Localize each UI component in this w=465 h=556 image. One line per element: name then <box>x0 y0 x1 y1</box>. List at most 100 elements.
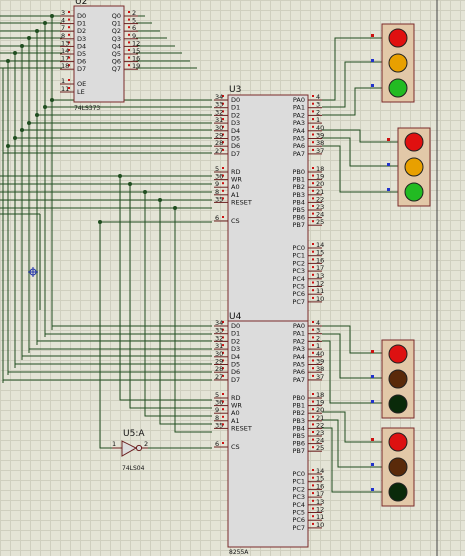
traffic-lamp-1[interactable] <box>388 28 408 48</box>
pin-marker <box>312 423 314 426</box>
pin-marker <box>312 476 314 479</box>
pin-marker <box>312 446 314 449</box>
u3-porta-pin-name: PA7 <box>293 150 305 158</box>
traffic-lamp-2[interactable] <box>388 457 408 477</box>
u4-data-pin-number: 27 <box>215 373 223 381</box>
u5-ref-label: U5:A <box>123 429 145 439</box>
pin-marker <box>222 415 224 418</box>
pin-marker <box>68 33 70 36</box>
pin-marker <box>312 367 314 370</box>
u3-portc-pin-name: PC7 <box>292 298 305 306</box>
traffic-lamp-3[interactable] <box>404 182 424 202</box>
u4-ref-label: U4 <box>229 312 242 322</box>
traffic-lamp-1[interactable] <box>404 132 424 152</box>
u2-output-pin-number: 19 <box>132 62 140 70</box>
pin-marker <box>312 515 314 518</box>
pin-marker <box>312 507 314 510</box>
pin-marker <box>312 296 314 299</box>
traffic-lamp-2[interactable] <box>404 157 424 177</box>
u3-ppi-component[interactable]: U3 34 D033 D132 D231 D330 D429 D528 D627 D75 RD36… <box>214 85 324 322</box>
pin-marker <box>312 393 314 395</box>
u2-output-pin-name: Q7 <box>112 65 121 73</box>
u5-inverter-component[interactable]: U5:A 1 2 74LS04 <box>112 429 148 472</box>
pin-marker <box>128 41 130 44</box>
pin-marker <box>312 220 314 223</box>
u4-portb-pin-name: PB7 <box>292 447 305 455</box>
u3-ctrl-pin-name: RESET <box>231 198 252 206</box>
pin-marker <box>312 431 314 433</box>
u4-portb-pin-number: 25 <box>316 444 324 452</box>
pin-marker <box>312 289 314 292</box>
pin-marker <box>312 102 314 105</box>
lamp-pin-marker <box>387 163 390 166</box>
u5-part-label: 74LS04 <box>122 465 145 472</box>
u4-porta-pin-name: PA7 <box>293 376 305 384</box>
pin-marker <box>128 56 130 59</box>
lamp-pin-marker <box>371 34 374 37</box>
pin-marker <box>312 266 314 269</box>
pin-marker <box>312 374 314 377</box>
pin-marker <box>312 328 314 331</box>
schematic-canvas[interactable]: U2 74LS373 3 D04 D17 D28 D313 D414 D517 D618 D72… <box>0 0 465 556</box>
u4-ctrl-pin-number: 35 <box>215 421 223 429</box>
pin-marker <box>312 522 314 525</box>
pin-marker <box>312 281 314 284</box>
pin-marker <box>312 492 314 495</box>
traffic-light-3 <box>371 339 415 419</box>
u5-out-pin-number: 2 <box>144 440 148 448</box>
lamp-pin-marker <box>371 463 374 466</box>
pin-marker <box>312 258 314 261</box>
pin-marker <box>312 125 314 128</box>
pin-marker <box>68 26 70 29</box>
u2-control-pin-name: LE <box>77 88 85 96</box>
traffic-lamp-3[interactable] <box>388 78 408 98</box>
pin-marker <box>312 469 314 471</box>
pin-marker <box>222 167 224 169</box>
u4-portc-pin-name: PC7 <box>292 524 305 532</box>
lamp-pin-marker <box>371 488 374 491</box>
pin-marker <box>312 212 314 215</box>
pin-marker <box>312 273 314 276</box>
u3-portb-pin-name: PB7 <box>292 221 305 229</box>
u3-ref-label: U3 <box>229 85 241 95</box>
traffic-lamp-1[interactable] <box>388 344 408 364</box>
pin-marker <box>312 484 314 487</box>
pin-marker <box>312 182 314 185</box>
u4-ppi-component[interactable]: U4 8255A 34 D033 D132 D231 D330 D429 D528 D627 D… <box>214 312 324 556</box>
pin-marker <box>312 174 314 177</box>
pin-marker <box>222 442 224 444</box>
pin-marker <box>312 400 314 403</box>
pin-marker <box>312 336 314 339</box>
traffic-lamp-3[interactable] <box>388 482 408 502</box>
pin-marker <box>312 438 314 441</box>
u3-cs-pin-name: CS <box>231 217 240 225</box>
lamp-pin-marker <box>387 138 390 141</box>
pin-marker <box>312 148 314 151</box>
u2-input-pin-name: D7 <box>77 65 86 73</box>
pin-marker <box>222 408 224 411</box>
u2-latch-component[interactable]: U2 74LS373 3 D04 D17 D28 D313 D414 D517 D618 D72… <box>60 0 140 112</box>
traffic-lights <box>371 23 431 507</box>
traffic-lamp-3[interactable] <box>388 394 408 414</box>
pin-marker <box>222 182 224 185</box>
u2-control-pin-number: 1 <box>61 77 65 85</box>
u4-ctrl-pin-name: RESET <box>231 424 252 432</box>
pin-marker <box>312 141 314 144</box>
lamp-pin-marker <box>371 84 374 87</box>
traffic-lamp-1[interactable] <box>388 432 408 452</box>
pin-marker <box>312 205 314 207</box>
pin-marker <box>312 408 314 411</box>
u4-part-label: 8255A <box>229 549 249 556</box>
pin-marker <box>68 18 70 21</box>
pin-marker <box>312 110 314 113</box>
traffic-lamp-2[interactable] <box>388 53 408 73</box>
u3-cs-pin-number: 6 <box>215 214 219 222</box>
pin-marker <box>222 189 224 192</box>
u2-ref-label: U2 <box>75 0 87 7</box>
traffic-lamp-2[interactable] <box>388 369 408 389</box>
u4-data-pin-name: D7 <box>231 376 240 384</box>
inverter-bubble <box>135 444 143 452</box>
pin-marker <box>128 18 130 21</box>
u2-control-pin-number: 11 <box>61 85 69 93</box>
pin-marker <box>128 11 130 13</box>
